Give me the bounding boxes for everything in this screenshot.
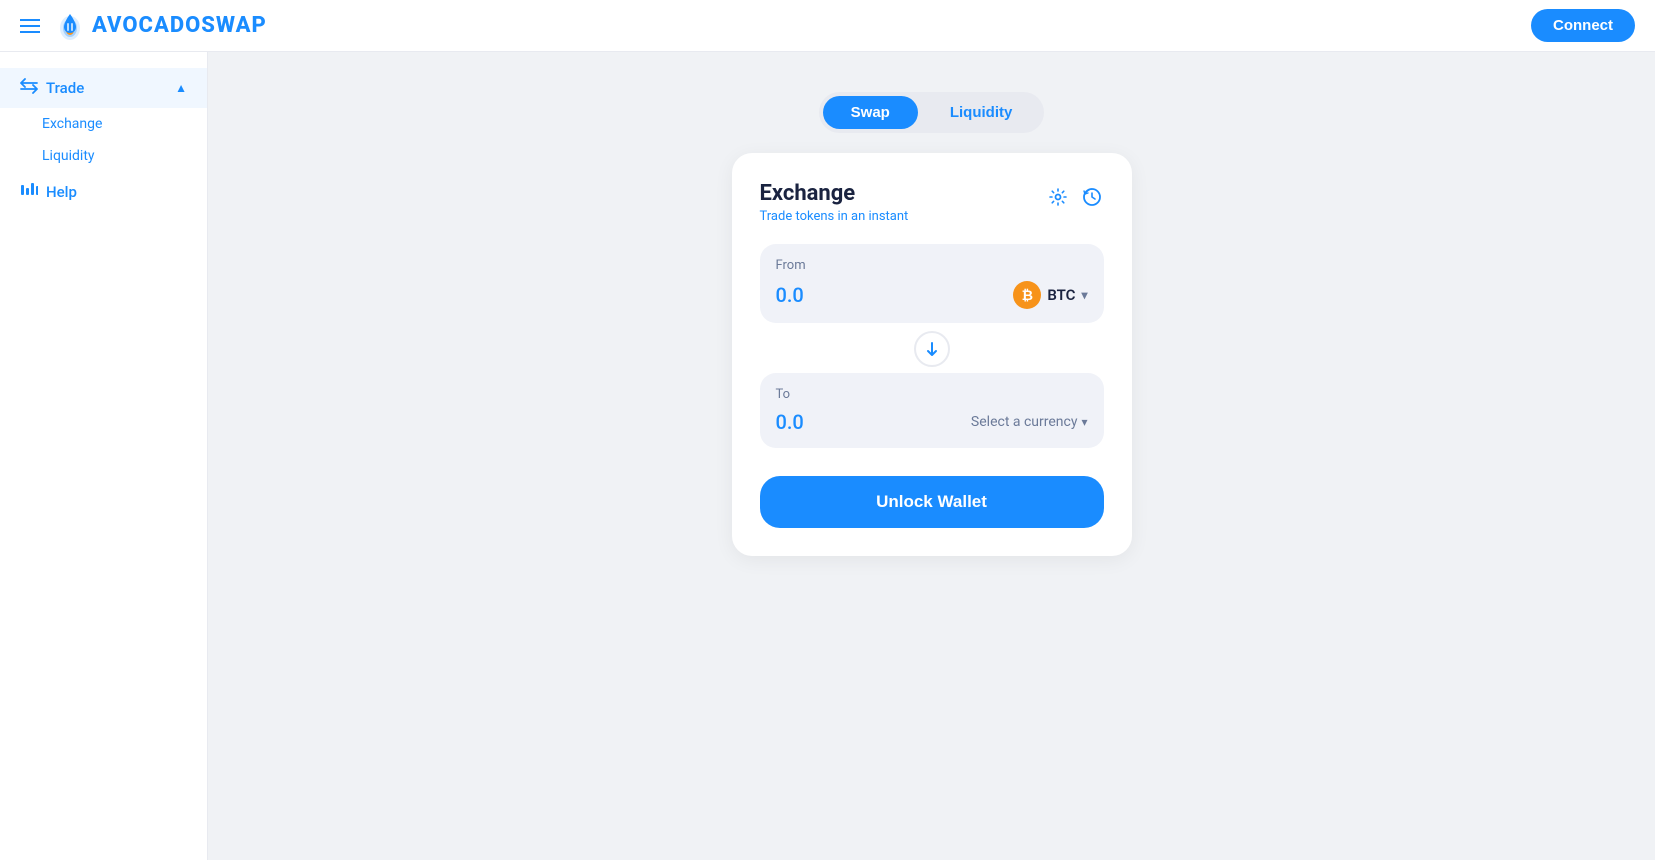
from-amount[interactable]: 0.0 [776, 283, 804, 307]
logo-icon [54, 10, 86, 42]
tab-liquidity[interactable]: Liquidity [922, 96, 1041, 129]
card-title-group: Exchange Trade tokens in an instant [760, 181, 909, 224]
to-label: To [776, 387, 1088, 402]
from-label: From [776, 258, 1088, 273]
currency-chevron-icon: ▾ [1081, 415, 1087, 429]
sidebar-trade-label: Trade [46, 79, 84, 97]
btc-chevron-icon: ▾ [1081, 288, 1087, 302]
history-icon [1082, 187, 1102, 207]
exchange-label: Exchange [42, 116, 102, 132]
exchange-card: Exchange Trade tokens in an instant [732, 153, 1132, 556]
to-token-box: To 0.0 Select a currency ▾ [760, 373, 1104, 448]
card-icons [1046, 185, 1104, 214]
to-token-row: 0.0 Select a currency ▾ [776, 410, 1088, 434]
logo: AVOCADOSWAP [54, 10, 267, 42]
history-button[interactable] [1080, 185, 1104, 214]
gear-icon [1048, 187, 1068, 207]
card-subtitle: Trade tokens in an instant [760, 209, 909, 224]
tab-bar: Swap Liquidity [819, 92, 1045, 133]
sidebar-trade-arrow: ▲ [175, 81, 187, 95]
btc-selector[interactable]: ₿ BTC ▾ [1013, 281, 1087, 309]
swap-arrow-container [760, 331, 1104, 367]
currency-selector[interactable]: Select a currency ▾ [971, 414, 1088, 430]
trade-icon [20, 78, 38, 98]
tab-swap[interactable]: Swap [823, 96, 918, 129]
help-icon [20, 182, 38, 202]
btc-icon: ₿ [1013, 281, 1041, 309]
logo-text: AVOCADOSWAP [92, 13, 267, 38]
arrow-down-icon [924, 341, 940, 357]
layout: Trade ▲ Exchange Liquidity Help Swap [0, 52, 1655, 860]
card-title: Exchange [760, 181, 909, 206]
main-content: Swap Liquidity Exchange Trade tokens in … [208, 52, 1655, 860]
btc-label: BTC [1047, 286, 1075, 304]
menu-icon[interactable] [20, 19, 40, 33]
currency-selector-label: Select a currency [971, 414, 1078, 430]
from-token-row: 0.0 ₿ BTC ▾ [776, 281, 1088, 309]
sidebar: Trade ▲ Exchange Liquidity Help [0, 52, 208, 860]
sidebar-item-help[interactable]: Help [0, 172, 207, 212]
header-left: AVOCADOSWAP [20, 10, 267, 42]
connect-button[interactable]: Connect [1531, 9, 1635, 42]
sidebar-item-exchange[interactable]: Exchange [0, 108, 207, 140]
swap-direction-button[interactable] [914, 331, 950, 367]
sidebar-item-trade[interactable]: Trade ▲ [0, 68, 207, 108]
header: AVOCADOSWAP Connect [0, 0, 1655, 52]
to-amount[interactable]: 0.0 [776, 410, 804, 434]
from-token-box: From 0.0 ₿ BTC ▾ [760, 244, 1104, 323]
settings-button[interactable] [1046, 185, 1070, 214]
sidebar-item-liquidity[interactable]: Liquidity [0, 140, 207, 172]
unlock-wallet-button[interactable]: Unlock Wallet [760, 476, 1104, 528]
btc-symbol: ₿ [1022, 287, 1033, 304]
card-header: Exchange Trade tokens in an instant [760, 181, 1104, 224]
help-label: Help [46, 183, 77, 201]
liquidity-label: Liquidity [42, 148, 95, 164]
